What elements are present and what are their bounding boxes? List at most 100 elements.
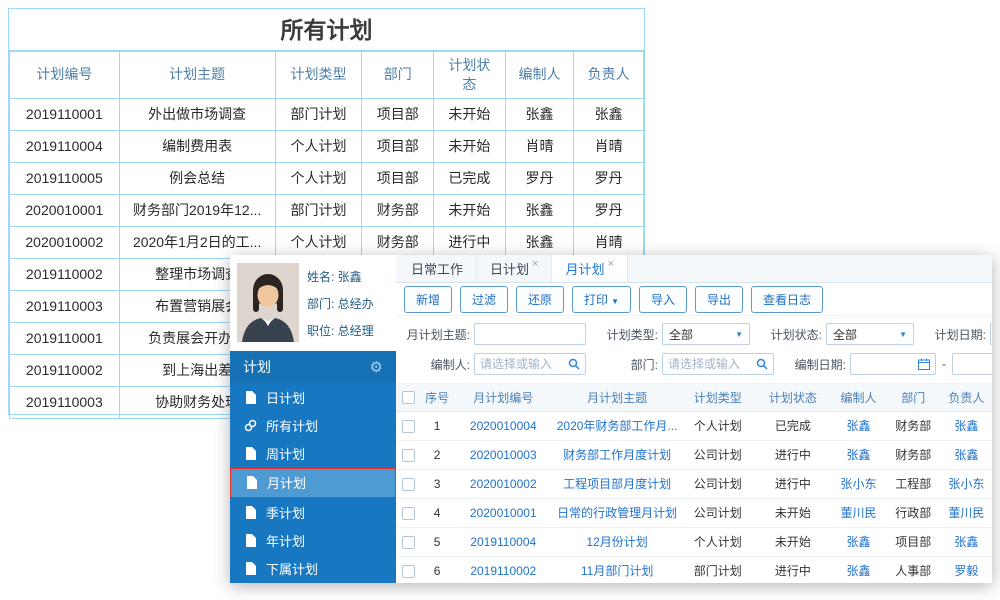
plan-subject-link[interactable]: 2020年财务部工作月... — [557, 419, 678, 433]
compiler-link[interactable]: 张鑫 — [846, 564, 870, 578]
owner-link[interactable]: 张鑫 — [954, 535, 978, 549]
plan-status-select[interactable]: 全部 ▼ — [826, 323, 914, 345]
tab-label: 月计划 — [565, 262, 605, 277]
cell-plan-number: 2019110002 — [9, 257, 120, 291]
plan-subject-link[interactable]: 工程项目部月度计划 — [563, 477, 671, 491]
row-checkbox[interactable] — [402, 564, 416, 578]
cell-status: 进行中 — [754, 556, 832, 583]
table-row[interactable]: 6 2019110002 11月部门计划 部门计划 进行中 张鑫 人事部 罗毅 — [396, 556, 992, 583]
profile-position: 职位: 总经理 — [307, 324, 374, 338]
tab-daily-work[interactable]: 日常工作 — [398, 255, 478, 282]
plan-subject-link[interactable]: 11月部门计划 — [581, 564, 653, 578]
compiler-link[interactable]: 董川民 — [840, 506, 876, 520]
table-row[interactable]: 2 2020010003 财务部工作月度计划 公司计划 进行中 张鑫 财务部 张… — [396, 440, 992, 470]
table-row[interactable]: 2019110005 例会总结 个人计划 项目部 已完成 罗丹 罗丹 — [9, 161, 644, 195]
table-row[interactable]: 2019110001 外出做市场调查 部门计划 项目部 未开始 张鑫 张鑫 — [9, 97, 644, 131]
department-input[interactable] — [668, 357, 756, 371]
cell-compiler: 张鑫 — [504, 97, 575, 131]
reset-button[interactable]: 还原 — [516, 285, 565, 313]
sidebar-section-plan[interactable]: 计划 ⚙ — [230, 351, 396, 383]
sidebar-item-all-plans[interactable]: 所有计划 — [230, 411, 396, 439]
cell-status: 未开始 — [433, 129, 506, 163]
row-checkbox[interactable] — [402, 419, 416, 433]
tab-monthly-plan[interactable]: 月计划 × — [552, 255, 628, 282]
sidebar-item-yearly-plan[interactable]: 年计划 — [230, 526, 396, 554]
row-checkbox[interactable] — [402, 477, 416, 491]
tab-label: 日计划 — [490, 262, 530, 277]
row-checkbox[interactable] — [402, 448, 416, 462]
owner-link[interactable]: 张鑫 — [954, 448, 978, 462]
row-checkbox[interactable] — [402, 506, 416, 520]
table-row[interactable]: 2020010001 财务部门2019年12... 部门计划 财务部 未开始 张… — [9, 193, 644, 227]
owner-link[interactable]: 张鑫 — [954, 419, 978, 433]
view-log-button[interactable]: 查看日志 — [751, 285, 824, 313]
search-icon[interactable] — [756, 358, 768, 370]
print-button[interactable]: 打印 ▼ — [572, 285, 631, 313]
monthly-plan-table: 序号 月计划编号 月计划主题 计划类型 计划状态 编制人 部门 负责人 1 20… — [396, 384, 992, 583]
compile-date-end-input[interactable] — [952, 353, 992, 375]
plan-number-link[interactable]: 2019110002 — [470, 564, 536, 578]
add-button[interactable]: 新增 — [404, 285, 453, 313]
import-button[interactable]: 导入 — [638, 285, 687, 313]
compile-date-start-input[interactable] — [856, 357, 918, 371]
row-checkbox[interactable] — [402, 535, 416, 549]
cell-dept: 人事部 — [885, 556, 941, 583]
sidebar-item-monthly-plan[interactable]: 月计划 — [230, 467, 396, 499]
compiler-input[interactable] — [480, 357, 568, 371]
close-icon[interactable]: × — [532, 258, 538, 270]
table-row[interactable]: 1 2020010004 2020年财务部工作月... 个人计划 已完成 张鑫 … — [396, 411, 992, 441]
compiler-link[interactable]: 张小东 — [840, 477, 876, 491]
search-icon[interactable] — [568, 358, 580, 370]
select-all-checkbox[interactable] — [402, 391, 416, 405]
plan-type-select[interactable]: 全部 ▼ — [662, 323, 750, 345]
table-row[interactable]: 2019110004 编制费用表 个人计划 项目部 未开始 肖晴 肖晴 — [9, 129, 644, 163]
sidebar-item-label: 日计划 — [266, 390, 306, 406]
column-header-owner: 负责人 — [573, 51, 644, 99]
plan-number-link[interactable]: 2020010004 — [470, 419, 537, 433]
plan-number-link[interactable]: 2020010002 — [470, 477, 537, 491]
dept-input-wrap — [662, 353, 774, 375]
tab-daily-plan[interactable]: 日计划 × — [477, 255, 553, 282]
plan-subject-link[interactable]: 财务部工作月度计划 — [563, 448, 671, 462]
sidebar-item-weekly-plan[interactable]: 周计划 — [230, 440, 396, 468]
gear-icon[interactable]: ⚙ — [370, 359, 383, 375]
subject-filter-label: 月计划主题: — [406, 327, 470, 342]
owner-link[interactable]: 张小东 — [948, 477, 984, 491]
table-row[interactable]: 4 2020010001 日常的行政管理月计划 公司计划 未开始 董川民 行政部… — [396, 498, 992, 528]
cell-status: 已完成 — [754, 411, 832, 441]
type-filter-label: 计划类型: — [606, 327, 658, 342]
plan-subject-link[interactable]: 日常的行政管理月计划 — [557, 506, 677, 520]
table-row[interactable]: 3 2020010002 工程项目部月度计划 公司计划 进行中 张小东 工程部 … — [396, 469, 992, 499]
plan-date-input[interactable] — [990, 323, 992, 345]
cell-dept: 工程部 — [885, 469, 941, 499]
table-row[interactable]: 2020010002 2020年1月2日的工... 个人计划 财务部 进行中 张… — [9, 225, 644, 259]
sidebar-item-daily-plan[interactable]: 日计划 — [230, 383, 396, 411]
owner-link[interactable]: 董川民 — [948, 506, 984, 520]
close-icon[interactable]: × — [607, 258, 613, 270]
owner-link[interactable]: 罗毅 — [954, 564, 978, 578]
plan-number-link[interactable]: 2020010001 — [470, 506, 537, 520]
sidebar-item-quarterly-plan[interactable]: 季计划 — [230, 498, 396, 526]
monthly-plan-subject-input[interactable] — [474, 323, 586, 345]
compiler-link[interactable]: 张鑫 — [846, 448, 870, 462]
plan-number-link[interactable]: 2020010003 — [470, 448, 537, 462]
user-profile: 姓名: 张鑫 部门: 总经办 职位: 总经理 — [230, 255, 396, 351]
filter-button[interactable]: 过滤 — [460, 285, 509, 313]
cell-status: 未开始 — [754, 527, 832, 557]
export-button[interactable]: 导出 — [695, 285, 744, 313]
compiler-link[interactable]: 张鑫 — [846, 419, 870, 433]
column-header-no: 序号 — [421, 384, 454, 412]
cell-no: 6 — [421, 556, 454, 583]
compiler-link[interactable]: 张鑫 — [846, 535, 870, 549]
cell-type: 部门计划 — [680, 556, 755, 583]
compile-date-filter-label: 编制日期: — [794, 357, 846, 372]
header-row: 计划编号 计划主题 计划类型 部门 计划状态 编制人 负责人 — [9, 51, 644, 99]
cell-status: 已完成 — [433, 161, 506, 195]
table-row[interactable]: 5 2019110004 12月份计划 个人计划 未开始 张鑫 项目部 张鑫 — [396, 527, 992, 557]
plan-number-link[interactable]: 2019110004 — [470, 535, 536, 549]
sidebar-item-subordinate-plans[interactable]: 下属计划 — [230, 555, 396, 583]
chevron-down-icon: ▼ — [611, 296, 619, 306]
avatar — [237, 263, 299, 342]
calendar-icon[interactable] — [918, 358, 930, 370]
plan-subject-link[interactable]: 12月份计划 — [586, 535, 647, 549]
